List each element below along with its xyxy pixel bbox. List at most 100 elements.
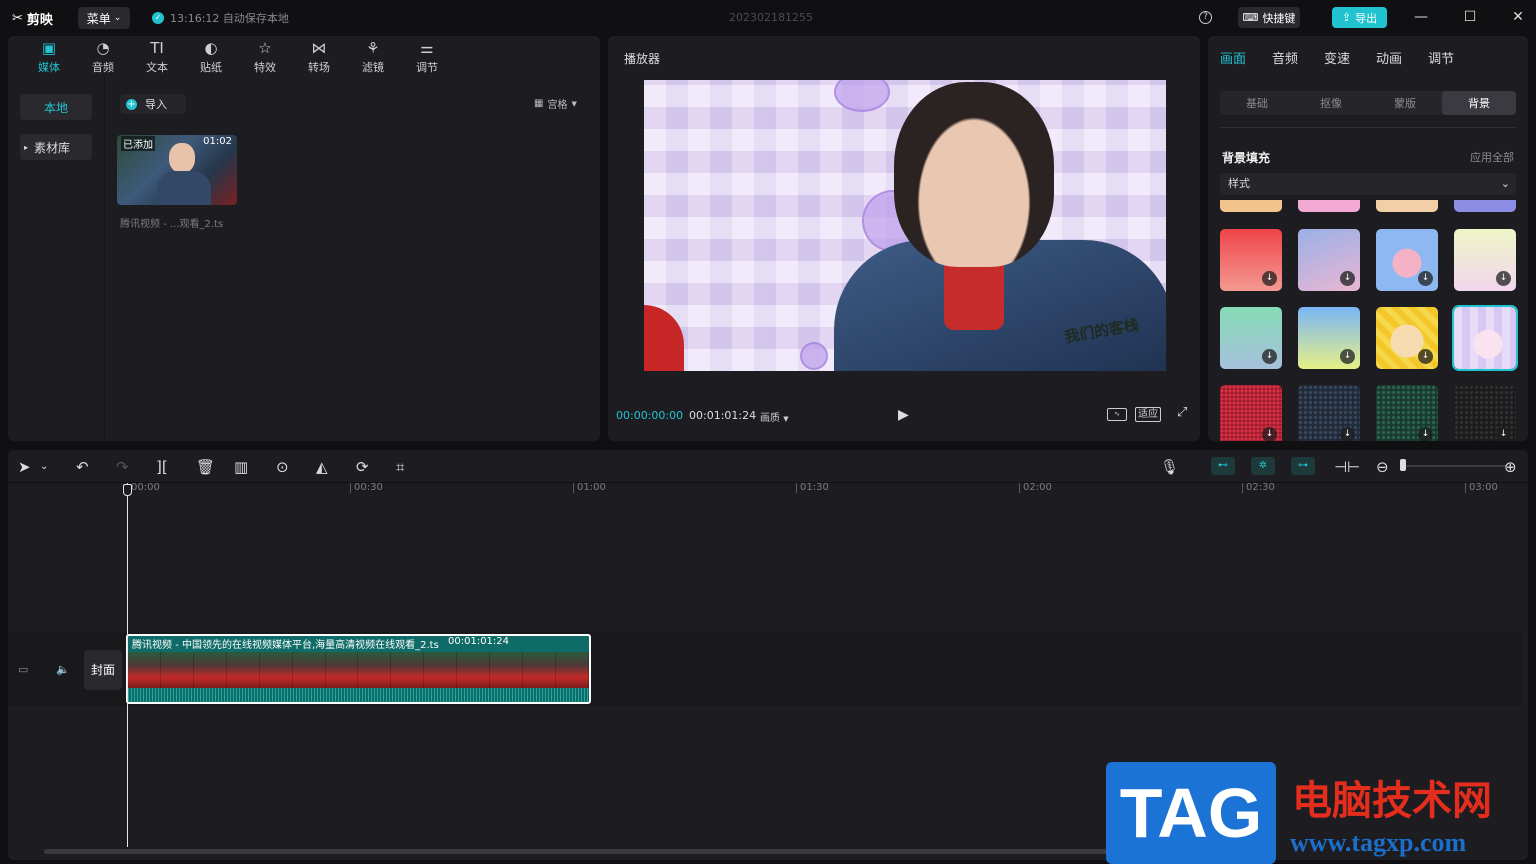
bg-swatch[interactable]: ↓ [1220, 385, 1282, 441]
media-thumbnail[interactable]: 已添加 01:02 [117, 135, 237, 205]
tab-speed[interactable]: 变速 [1324, 48, 1350, 67]
thumb-body [157, 171, 211, 205]
import-button[interactable]: + 导入 [120, 94, 186, 114]
playhead-handle[interactable] [123, 484, 132, 496]
bg-swatch[interactable] [1220, 200, 1282, 212]
speaker-icon[interactable]: 🔈 [56, 663, 70, 676]
tool-transition[interactable]: ⋈ 转场 [292, 36, 346, 78]
sidebar-item-local[interactable]: 本地 [20, 94, 92, 120]
clip-frame [259, 652, 293, 688]
download-icon: ↓ [1262, 349, 1277, 364]
help-icon[interactable]: ? [1199, 11, 1212, 24]
tool-media[interactable]: ▣ 媒体 [22, 36, 76, 78]
brand-url: www.tagxp.com [1290, 828, 1467, 857]
bg-swatch[interactable] [1298, 200, 1360, 212]
horizontal-scrollbar[interactable] [44, 849, 1134, 854]
clip-frame [128, 652, 161, 688]
tab-audio[interactable]: 音频 [1272, 48, 1298, 67]
split-icon[interactable]: ][ [156, 458, 168, 476]
cover-button[interactable]: 封面 [84, 650, 122, 690]
ruler-tick: 00:30 [350, 483, 383, 493]
tool-adjust[interactable]: ⚌ 调节 [400, 36, 454, 78]
zoom-slider-knob[interactable] [1400, 459, 1406, 471]
current-timecode: 00:00:00:00 [616, 409, 684, 422]
apply-all-button[interactable]: 应用全部 [1470, 149, 1514, 165]
freeze-frame-icon[interactable]: ▥ [234, 458, 248, 476]
close-icon[interactable]: ✕ [1509, 8, 1527, 26]
linkage-icon[interactable]: ⊶ [1291, 457, 1315, 475]
minimize-icon[interactable]: — [1412, 8, 1430, 26]
export-button[interactable]: ⇪ 导出 [1332, 7, 1387, 28]
mirror-icon[interactable]: ◭ [316, 458, 328, 476]
bg-swatch[interactable]: ↓ [1376, 307, 1438, 369]
bg-swatch[interactable]: ↓ [1376, 385, 1438, 441]
thumb-face [169, 143, 195, 173]
bg-swatch[interactable]: ↓ [1220, 229, 1282, 291]
chevron-down-icon[interactable]: ⌄ [40, 461, 48, 472]
tool-filter[interactable]: ⚘ 滤镜 [346, 36, 400, 78]
fullscreen-icon[interactable]: ⤢ [1177, 405, 1187, 420]
delete-icon[interactable]: 🗑 [196, 458, 215, 476]
bg-swatch[interactable]: ↓ [1376, 229, 1438, 291]
tool-text[interactable]: TI 文本 [130, 36, 184, 78]
tab-picture[interactable]: 画面 [1220, 48, 1246, 67]
bg-swatch-selected[interactable] [1452, 305, 1518, 371]
bg-swatch[interactable]: ↓ [1298, 229, 1360, 291]
time-ruler[interactable]: 00:00 00:30 01:00 01:30 02:00 02:30 03:0… [8, 483, 1528, 499]
shortcut-button[interactable]: ⌨ 快捷键 [1238, 7, 1300, 28]
ruler-tick: 01:30 [796, 483, 829, 493]
undo-icon[interactable]: ↶ [76, 458, 89, 476]
play-icon[interactable]: ▶ [898, 407, 909, 423]
quality-dropdown[interactable]: 画质 ▼ [760, 409, 789, 424]
tab-adjust[interactable]: 调节 [1428, 48, 1454, 67]
bg-swatch[interactable]: ↓ [1454, 385, 1516, 441]
transition-icon: ⋈ [311, 39, 327, 57]
bg-swatch[interactable]: ↓ [1298, 385, 1360, 441]
zoom-in-icon[interactable]: ⊕ [1504, 458, 1517, 476]
sidebar-item-library[interactable]: ▸ 素材库 [20, 134, 92, 160]
tab-animation[interactable]: 动画 [1376, 48, 1402, 67]
rotate-icon[interactable]: ⟳ [356, 458, 369, 476]
quality-label: 画质 [760, 413, 780, 424]
subtab-basic[interactable]: 基础 [1220, 91, 1294, 115]
divider [1220, 127, 1516, 128]
bg-swatch[interactable] [1376, 200, 1438, 212]
preview-axis-icon[interactable]: ⊣⊢ [1334, 458, 1360, 476]
bg-swatch[interactable]: ↓ [1298, 307, 1360, 369]
playhead[interactable] [127, 483, 128, 847]
select-cursor-icon[interactable]: ➤ [18, 458, 31, 476]
brand-tag-logo: TAG [1106, 762, 1276, 864]
redo-icon[interactable]: ↷ [116, 458, 129, 476]
clip-frame [226, 652, 260, 688]
zoom-slider[interactable] [1400, 465, 1506, 467]
maximize-icon[interactable]: ☐ [1461, 8, 1479, 26]
subtab-cutout[interactable]: 抠像 [1294, 91, 1368, 115]
waveform-icon[interactable]: ∿ [1107, 408, 1127, 421]
style-select[interactable]: 样式 ⌄ [1220, 173, 1516, 195]
video-preview[interactable]: 我们的客栈 [644, 80, 1166, 371]
subtab-background[interactable]: 背景 [1442, 91, 1516, 115]
bg-swatch[interactable]: ↓ [1220, 307, 1282, 369]
auto-snap-icon[interactable]: ✲ [1251, 457, 1275, 475]
subtab-mask[interactable]: 蒙版 [1368, 91, 1442, 115]
main-track-magnet-icon[interactable]: ⊷ [1211, 457, 1235, 475]
clip-frame [358, 652, 392, 688]
crop-icon[interactable]: ⌗ [396, 458, 404, 476]
clip-frame [325, 652, 359, 688]
video-clip[interactable]: 腾讯视频 - 中国领先的在线视频媒体平台,海量高清视频在线观看_2.ts 00:… [126, 634, 591, 704]
tool-sticker[interactable]: ◐ 贴纸 [184, 36, 238, 78]
bg-swatch[interactable] [1454, 200, 1516, 212]
media-toolbar: ▣ 媒体 ◔ 音频 TI 文本 ◐ 贴纸 ☆ 特效 ⋈ 转场 ⚘ 滤镜 ⚌ 调节 [8, 36, 600, 78]
tool-effects[interactable]: ☆ 特效 [238, 36, 292, 78]
track-video-icon[interactable]: ▭ [18, 663, 28, 676]
player-title: 播放器 [624, 52, 661, 66]
zoom-out-icon[interactable]: ⊖ [1376, 458, 1389, 476]
view-mode-toggle[interactable]: ▦ 宫格 ▼ [534, 96, 577, 111]
fit-button[interactable]: 适应 [1135, 407, 1161, 422]
microphone-icon[interactable]: 🎙 [1160, 458, 1179, 476]
tool-audio[interactable]: ◔ 音频 [76, 36, 130, 78]
download-icon: ↓ [1262, 271, 1277, 286]
reverse-play-icon[interactable]: ⊙ [276, 458, 289, 476]
bg-swatch[interactable]: ↓ [1454, 229, 1516, 291]
clip-duration: 00:01:01:24 [448, 636, 510, 647]
